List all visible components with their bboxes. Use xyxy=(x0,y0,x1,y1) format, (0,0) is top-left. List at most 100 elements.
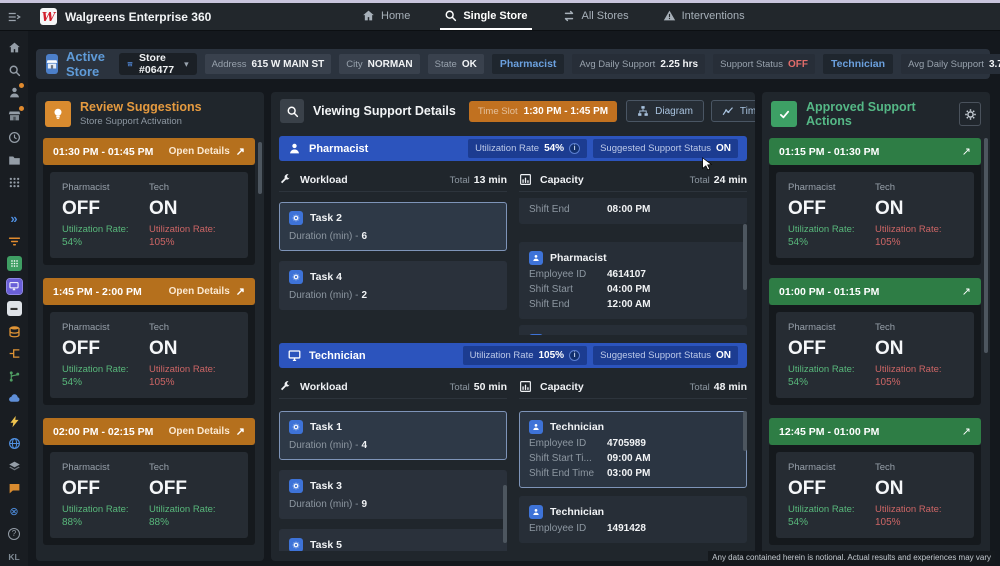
sidebar-icon-filter[interactable] xyxy=(7,234,22,249)
sidebar-icon-expand-chevrons[interactable]: » xyxy=(7,211,22,226)
approved-card-header[interactable]: 12:45 PM - 01:00 PM↗ xyxy=(769,418,981,445)
walgreens-logo: W xyxy=(40,8,57,25)
warning-icon xyxy=(663,9,676,22)
task-card[interactable]: Task 3 Duration (min) -9 xyxy=(279,470,507,519)
sidebar-icon-help[interactable]: ? xyxy=(7,526,22,541)
pharmacist-role-badge: Pharmacist xyxy=(492,54,565,74)
timeline-button[interactable]: Timeline xyxy=(711,100,755,122)
suggestion-card-list: 01:30 PM - 01:45 PM Open Details↗ Pharma… xyxy=(43,138,255,561)
task-card[interactable]: Task 2 Duration (min) -6 xyxy=(279,202,507,251)
sidebar-expand-icon[interactable] xyxy=(0,10,28,24)
settings-button[interactable] xyxy=(959,102,981,126)
pharmacist-stat: Pharmacist OFF Utilization Rate: 54% xyxy=(788,322,875,388)
sidebar-icon-search[interactable] xyxy=(7,63,22,78)
task-icon xyxy=(289,211,303,225)
store-icon xyxy=(46,54,58,74)
suggestion-card-header[interactable]: 01:30 PM - 01:45 PM Open Details↗ xyxy=(43,138,255,165)
utilization-chip: Utilization Rate54%i xyxy=(468,139,587,158)
task-card[interactable]: Task 1 Duration (min) -4 xyxy=(279,411,507,460)
sidebar-icon-home[interactable] xyxy=(7,40,22,55)
nav-single-store[interactable]: Single Store xyxy=(440,3,531,30)
capacity-card[interactable]: Technician Employee ID4705989 Shift Star… xyxy=(519,411,747,488)
suggestion-card-header[interactable]: 02:00 PM - 02:15 PM Open Details↗ xyxy=(43,418,255,445)
sidebar-icon-users[interactable] xyxy=(7,85,22,100)
sidebar-icon-layers[interactable] xyxy=(7,459,22,474)
capacity-card[interactable]: Pharmacist Employee ID4614107 Shift Star… xyxy=(519,242,747,319)
sidebar-icon-folder[interactable] xyxy=(7,153,22,168)
nav-all-stores[interactable]: All Stores xyxy=(558,3,633,30)
capacity-card-partial[interactable]: Shift Start04:00 PM Shift End08:00 PM xyxy=(519,198,747,224)
sidebar-icon-stores[interactable] xyxy=(7,108,22,123)
sidebar-icon-flows[interactable] xyxy=(7,346,22,361)
tech-stat: Tech ON Utilization Rate: 105% xyxy=(875,322,962,388)
sidebar-icon-modules[interactable] xyxy=(7,256,22,271)
nav-home[interactable]: Home xyxy=(358,3,414,30)
pharmacist-section-bar[interactable]: Pharmacist Utilization Rate54%i Suggeste… xyxy=(279,136,747,161)
sidebar-icon-network[interactable] xyxy=(7,436,22,451)
pharmacist-icon xyxy=(529,251,543,265)
sidebar-icon-apps[interactable] xyxy=(7,175,22,190)
sidebar-icon-cloud[interactable] xyxy=(7,391,22,406)
diagram-icon xyxy=(637,105,649,117)
tech-stat: Tech ON Utilization Rate: 105% xyxy=(149,322,236,388)
scrollbar[interactable] xyxy=(984,138,988,353)
suggestion-card: 01:30 PM - 01:45 PM Open Details↗ Pharma… xyxy=(43,138,255,265)
approved-support-actions-panel: Approved Support Actions 01:15 PM - 01:3… xyxy=(762,92,990,561)
scrollbar[interactable] xyxy=(743,411,747,451)
sidebar-icon-card[interactable]: ▬ xyxy=(7,301,22,316)
approved-card: 01:00 PM - 01:15 PM↗ Pharmacist OFF Util… xyxy=(769,278,981,405)
store-icon xyxy=(127,59,133,69)
task-card[interactable]: Task 4 Duration (min) -2 xyxy=(279,261,507,310)
time-slot-badge: Time Slot1:30 PM - 1:45 PM xyxy=(469,101,617,122)
suggested-status-chip: Suggested Support StatusON xyxy=(593,346,738,365)
panel-title: Viewing Support Details xyxy=(313,104,456,118)
search-icon xyxy=(444,9,457,22)
scrollbar[interactable] xyxy=(743,224,747,290)
capacity-card-partial[interactable]: Technician Employee ID1491428 xyxy=(519,496,747,543)
task-icon xyxy=(289,538,303,551)
sidebar-icon-history[interactable] xyxy=(7,130,22,145)
scrollbar[interactable] xyxy=(258,142,262,194)
tech-stat: Tech ON Utilization Rate: 105% xyxy=(149,182,236,248)
suggestion-card-header[interactable]: 1:45 PM - 2:00 PM Open Details↗ xyxy=(43,278,255,305)
sidebar-user-label[interactable]: KL xyxy=(8,552,19,562)
approved-card: 12:45 PM - 01:00 PM↗ Pharmacist OFF Util… xyxy=(769,418,981,545)
technician-section-bar[interactable]: Technician Utilization Rate105%i Suggest… xyxy=(279,343,747,368)
pharmacist-stat: Pharmacist OFF Utilization Rate: 88% xyxy=(62,462,149,528)
active-store-title: Active Store xyxy=(66,49,105,79)
capacity-chart-icon xyxy=(519,173,532,186)
technician-avg-support: Avg Daily Support3.75 hrs xyxy=(901,54,1000,74)
open-details-button[interactable]: Open Details↗ xyxy=(169,145,245,158)
chevron-down-icon: ▾ xyxy=(184,59,189,70)
workload-header: Workload Total50 min xyxy=(279,375,507,399)
info-icon[interactable]: i xyxy=(569,143,580,154)
info-icon[interactable]: i xyxy=(569,350,580,361)
sidebar-icon-database[interactable] xyxy=(7,324,22,339)
approved-card-header[interactable]: 01:00 PM - 01:15 PM↗ xyxy=(769,278,981,305)
search-icon xyxy=(280,99,304,123)
open-arrow-icon: ↗ xyxy=(962,145,971,158)
open-details-button[interactable]: Open Details↗ xyxy=(169,285,245,298)
sidebar-icon-close-box[interactable]: ⊗ xyxy=(7,504,22,519)
top-navigation: Home Single Store All Stores Interventio… xyxy=(358,3,749,30)
open-arrow-icon: ↗ xyxy=(236,145,245,158)
diagram-button[interactable]: Diagram xyxy=(626,100,704,122)
technician-icon xyxy=(529,505,543,519)
approved-card-header[interactable]: 01:15 PM - 01:30 PM↗ xyxy=(769,138,981,165)
timeline-icon xyxy=(722,105,734,117)
scrollbar[interactable] xyxy=(503,485,507,543)
store-selector-dropdown[interactable]: Store #06477 ▾ xyxy=(119,53,197,75)
pharmacist-support-status: Support StatusOFF xyxy=(713,54,815,74)
task-card-partial[interactable]: Task 5 xyxy=(279,529,507,551)
sidebar-icon-branch[interactable] xyxy=(7,369,22,384)
sidebar-icon-chat[interactable] xyxy=(7,481,22,496)
tech-stat: Tech ON Utilization Rate: 105% xyxy=(875,462,962,528)
sidebar-icon-workspace-active[interactable] xyxy=(7,279,22,294)
sidebar-icon-automation[interactable] xyxy=(7,414,22,429)
suggestion-card: 02:00 PM - 02:15 PM Open Details↗ Pharma… xyxy=(43,418,255,545)
suggested-status-chip: Suggested Support StatusON xyxy=(593,139,738,158)
open-details-button[interactable]: Open Details↗ xyxy=(169,425,245,438)
capacity-card-partial[interactable]: Pharmacist xyxy=(519,325,747,335)
left-icon-rail: » ▬ ⊗ ? KL xyxy=(0,31,28,566)
nav-interventions[interactable]: Interventions xyxy=(659,3,749,30)
